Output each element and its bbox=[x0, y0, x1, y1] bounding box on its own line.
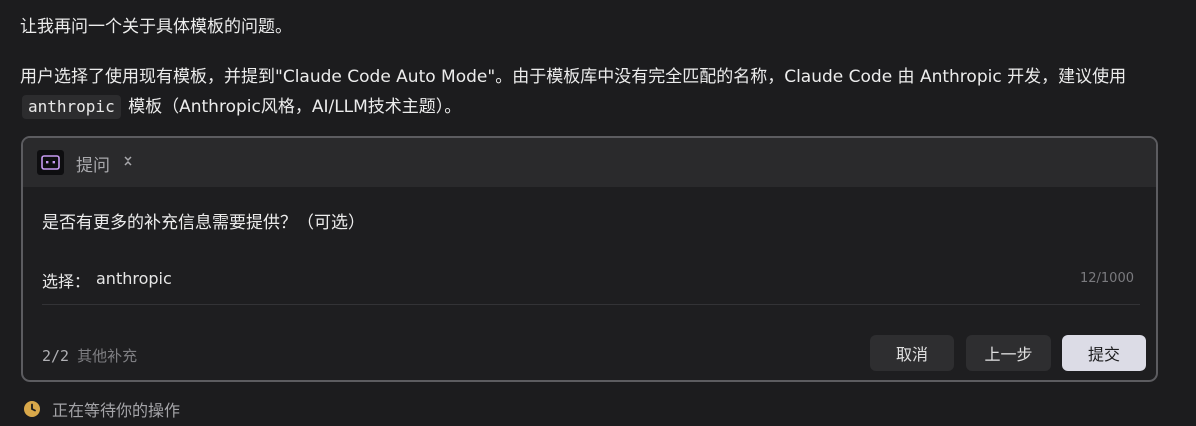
chevron-up-down-icon[interactable] bbox=[120, 153, 136, 169]
message-text-part2: 模板（Anthropic风格，AI/LLM技术主题）。 bbox=[128, 97, 462, 117]
assistant-message-intro: 让我再问一个关于具体模板的问题。 bbox=[20, 17, 292, 37]
inline-code-template: anthropic bbox=[22, 95, 121, 119]
question-progress: 2/2 其他补充 bbox=[42, 345, 137, 366]
status-indicator: 正在等待你的操作 bbox=[23, 397, 180, 421]
question-card-header: 提问 bbox=[23, 138, 1156, 187]
question-card-title: 提问 bbox=[76, 156, 110, 176]
cancel-button[interactable]: 取消 bbox=[870, 335, 954, 371]
chat-page: 让我再问一个关于具体模板的问题。 用户选择了使用现有模板，并提到"Claude … bbox=[0, 0, 1196, 426]
robot-icon bbox=[37, 150, 64, 175]
status-text: 正在等待你的操作 bbox=[52, 401, 181, 420]
progress-label: 其他补充 bbox=[77, 347, 138, 365]
progress-count: 2/2 bbox=[42, 347, 70, 365]
clock-icon bbox=[24, 401, 40, 417]
previous-step-button[interactable]: 上一步 bbox=[966, 335, 1051, 371]
assistant-message-body: 用户选择了使用现有模板，并提到"Claude Code Auto Mode"。由… bbox=[20, 62, 1170, 122]
character-counter: 12/1000 bbox=[1079, 271, 1134, 286]
answer-input[interactable] bbox=[96, 266, 996, 290]
question-card: 提问 是否有更多的补充信息需要提供？（可选） 选择： 12/1000 2/2 其他… bbox=[21, 136, 1158, 382]
submit-button[interactable]: 提交 bbox=[1062, 335, 1146, 371]
message-text-part1: 用户选择了使用现有模板，并提到"Claude Code Auto Mode"。由… bbox=[20, 67, 1127, 87]
answer-label: 选择： bbox=[42, 272, 91, 291]
question-text: 是否有更多的补充信息需要提供？（可选） bbox=[42, 213, 365, 233]
answer-row: 选择： 12/1000 bbox=[42, 266, 1140, 305]
